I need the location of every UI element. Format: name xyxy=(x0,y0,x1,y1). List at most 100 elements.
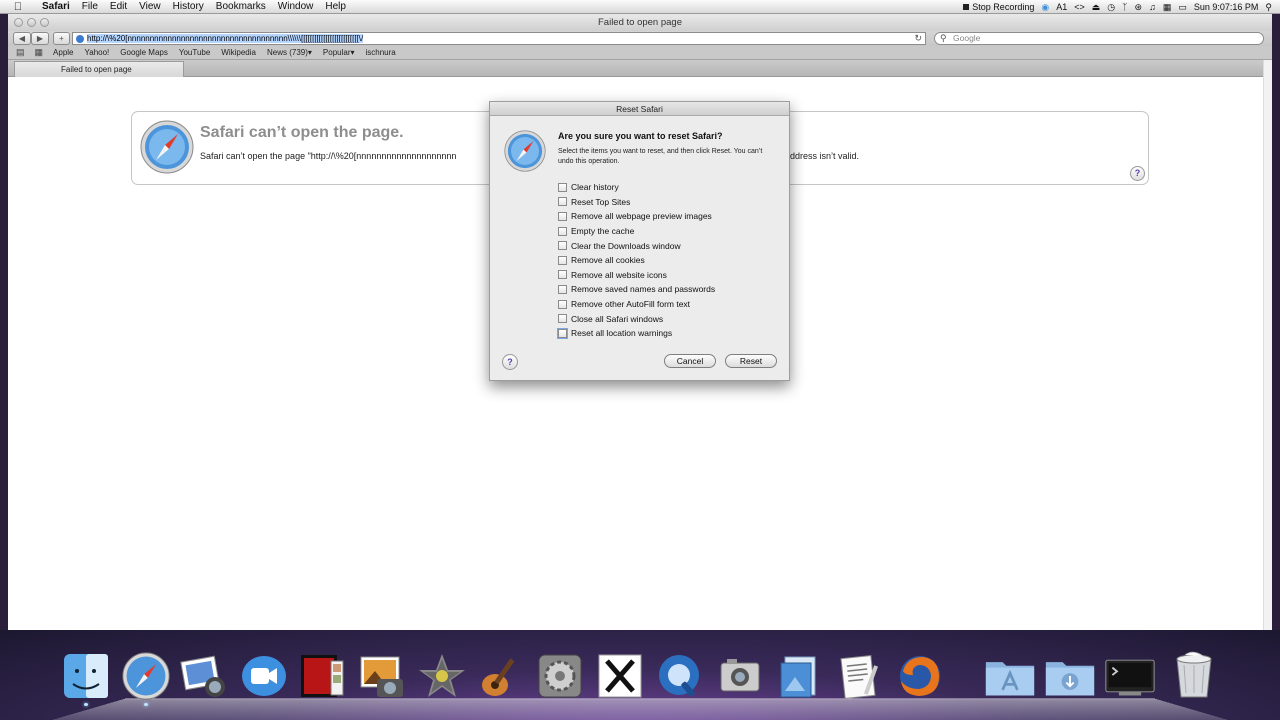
safari-compass-icon xyxy=(504,130,546,172)
downloads-folder-icon[interactable] xyxy=(1044,648,1096,704)
close-window-button[interactable] xyxy=(14,18,23,27)
top-sites-icon[interactable]: ▦ xyxy=(35,47,44,58)
option-remove-cookies[interactable]: Remove all cookies xyxy=(558,253,715,268)
menu-history[interactable]: History xyxy=(167,1,210,12)
option-close-windows[interactable]: Close all Safari windows xyxy=(558,311,715,326)
checkbox[interactable] xyxy=(558,241,567,251)
facetime-icon[interactable] xyxy=(238,648,290,704)
x11-icon[interactable] xyxy=(594,648,646,704)
dialog-description: Select the items you want to reset, and … xyxy=(558,148,763,165)
option-empty-cache[interactable]: Empty the cache xyxy=(558,224,715,239)
applications-folder-icon[interactable] xyxy=(984,648,1036,704)
option-reset-top-sites[interactable]: Reset Top Sites xyxy=(558,195,715,210)
wifi-icon[interactable]: ⊛ xyxy=(1135,2,1143,13)
tab-failed-to-open-page[interactable]: Failed to open page xyxy=(14,61,184,77)
time-machine-icon[interactable]: ◷ xyxy=(1107,2,1115,13)
system-preferences-icon[interactable] xyxy=(534,648,586,704)
checkbox[interactable] xyxy=(558,328,567,338)
wheel-icon[interactable]: ◉ xyxy=(1041,2,1049,13)
option-remove-website-icons[interactable]: Remove all website icons xyxy=(558,268,715,283)
bluetooth-icon[interactable]: ᛉ xyxy=(1122,2,1127,12)
reading-list-icon[interactable]: ▤ xyxy=(16,47,25,58)
checkbox[interactable] xyxy=(558,226,567,236)
scrollbar[interactable] xyxy=(1263,60,1272,630)
bookmark-popular[interactable]: Popular▾ xyxy=(323,48,355,57)
checkbox[interactable] xyxy=(558,182,567,192)
option-remove-saved-passwords[interactable]: Remove saved names and passwords xyxy=(558,282,715,297)
checkbox[interactable] xyxy=(558,270,567,280)
menu-edit[interactable]: Edit xyxy=(104,1,133,12)
iphoto-library-icon[interactable] xyxy=(356,648,408,704)
photo-booth-icon[interactable] xyxy=(296,648,348,704)
checkbox[interactable] xyxy=(558,314,567,324)
forward-button[interactable]: ▶ xyxy=(31,32,49,45)
spotlight-icon[interactable]: ⚲ xyxy=(1265,2,1272,13)
menu-view[interactable]: View xyxy=(133,1,167,12)
menu-file[interactable]: File xyxy=(76,1,104,12)
eject-icon[interactable]: ⏏ xyxy=(1092,2,1101,13)
checkbox[interactable] xyxy=(558,197,567,207)
bookmark-wikipedia[interactable]: Wikipedia xyxy=(221,48,256,57)
apple-menu-icon[interactable]:  xyxy=(0,1,36,13)
error-message-tail: ddress isn’t valid. xyxy=(790,151,860,161)
reload-icon[interactable]: ↻ xyxy=(914,33,922,44)
bookmark-apple[interactable]: Apple xyxy=(53,48,73,57)
bookmark-ischnura[interactable]: ischnura xyxy=(366,48,396,57)
minimize-window-button[interactable] xyxy=(27,18,36,27)
reset-button[interactable]: Reset xyxy=(725,354,777,368)
code-icon[interactable]: <> xyxy=(1074,2,1085,12)
trash-icon[interactable] xyxy=(1168,648,1220,704)
checkbox[interactable] xyxy=(558,284,567,294)
menu-window[interactable]: Window xyxy=(272,1,320,12)
running-indicator xyxy=(84,703,88,706)
checkbox[interactable] xyxy=(558,211,567,221)
reset-options-list: Clear history Reset Top Sites Remove all… xyxy=(558,180,715,341)
input-menu-icon[interactable]: ▦ xyxy=(1163,2,1172,13)
back-button[interactable]: ◀ xyxy=(13,32,31,45)
option-remove-autofill[interactable]: Remove other AutoFill form text xyxy=(558,297,715,312)
error-message: Safari can’t open the page "http://\%20[… xyxy=(200,151,457,161)
textedit-icon[interactable] xyxy=(834,648,886,704)
display-icon[interactable]: A1 xyxy=(1056,2,1067,12)
firefox-icon[interactable] xyxy=(894,648,946,704)
bookmark-google-maps[interactable]: Google Maps xyxy=(120,48,168,57)
menu-bookmarks[interactable]: Bookmarks xyxy=(210,1,272,12)
help-button[interactable]: ? xyxy=(502,354,518,370)
add-bookmark-button[interactable]: + xyxy=(53,32,70,45)
option-clear-history[interactable]: Clear history xyxy=(558,180,715,195)
volume-icon[interactable]: ♫ xyxy=(1149,2,1156,12)
search-field[interactable]: ⚲ Google xyxy=(934,32,1264,45)
toolbar: ◀ ▶ + http://\%20[nnnnnnnnnnnnnnnnnnnnnn… xyxy=(8,31,1272,46)
battery-icon[interactable]: ▭ xyxy=(1178,2,1187,13)
menu-bar:  Safari File Edit View History Bookmark… xyxy=(0,0,1280,14)
option-clear-downloads[interactable]: Clear the Downloads window xyxy=(558,238,715,253)
imovie-icon[interactable] xyxy=(416,648,468,704)
stop-recording-item[interactable]: Stop Recording xyxy=(963,2,1034,12)
quicktime-icon[interactable] xyxy=(654,648,706,704)
safari-compass-icon xyxy=(140,120,194,174)
preview-icon[interactable] xyxy=(774,648,826,704)
option-reset-location-warnings[interactable]: Reset all location warnings xyxy=(558,326,715,341)
zoom-window-button[interactable] xyxy=(40,18,49,27)
checkbox[interactable] xyxy=(558,255,567,265)
finder-icon[interactable] xyxy=(60,648,112,706)
error-title: Safari can’t open the page. xyxy=(200,124,404,141)
cancel-button[interactable]: Cancel xyxy=(664,354,716,368)
image-capture-icon[interactable] xyxy=(714,648,766,704)
garageband-icon[interactable] xyxy=(474,648,526,704)
terminal-icon[interactable] xyxy=(1104,648,1156,704)
menu-help[interactable]: Help xyxy=(319,1,352,12)
clock[interactable]: Sun 9:07:16 PM xyxy=(1194,2,1259,12)
safari-icon[interactable] xyxy=(120,648,172,706)
iphoto-icon[interactable] xyxy=(178,648,230,704)
menu-safari[interactable]: Safari xyxy=(36,1,76,12)
address-field[interactable]: http://\%20[nnnnnnnnnnnnnnnnnnnnnnnnnnnn… xyxy=(72,32,926,45)
search-icon: ⚲ xyxy=(940,33,947,43)
checkbox[interactable] xyxy=(558,299,567,309)
option-remove-preview-images[interactable]: Remove all webpage preview images xyxy=(558,209,715,224)
bookmark-yahoo[interactable]: Yahoo! xyxy=(85,48,110,57)
bookmark-news[interactable]: News (739)▾ xyxy=(267,48,312,57)
bookmark-youtube[interactable]: YouTube xyxy=(179,48,210,57)
search-placeholder: Google xyxy=(953,33,981,43)
error-help-button[interactable]: ? xyxy=(1130,166,1145,181)
